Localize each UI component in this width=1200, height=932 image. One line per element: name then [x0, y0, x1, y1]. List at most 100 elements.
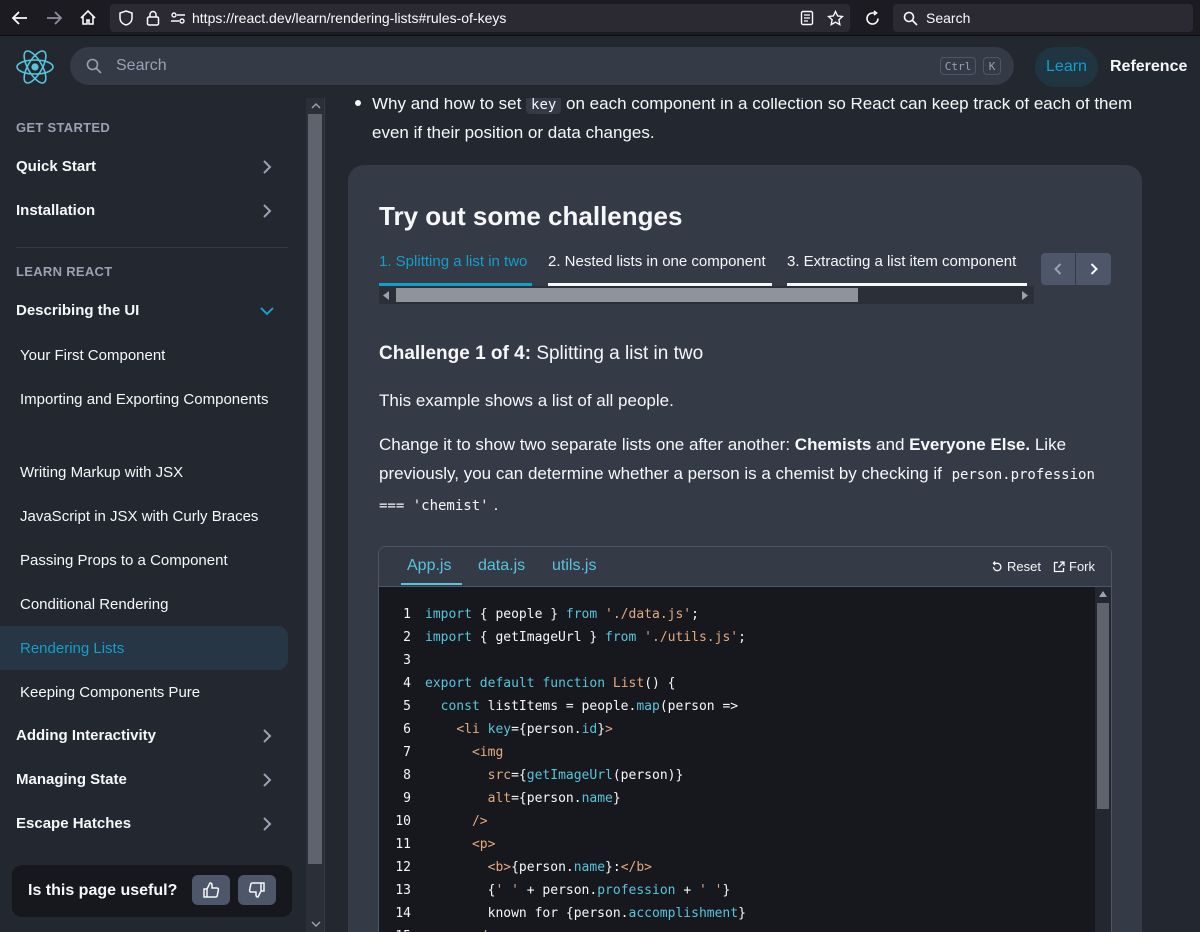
sidebar-item-importing-exporting[interactable]: Importing and Exporting Components	[20, 385, 280, 414]
sidebar-item-adding-interactivity[interactable]: Adding Interactivity	[16, 727, 286, 744]
line-number: 8	[403, 768, 411, 783]
reset-icon	[991, 560, 1003, 573]
scroll-down-icon[interactable]	[311, 920, 321, 928]
chevron-right-icon[interactable]	[262, 817, 272, 831]
file-tab-data-js[interactable]: data.js	[478, 557, 525, 575]
code-scrollbar-thumb[interactable]	[1097, 603, 1109, 809]
instructions-text: and	[871, 435, 910, 454]
sidebar-item-describing-the-ui[interactable]: Describing the UI	[16, 302, 286, 319]
sidebar-item-quick-start[interactable]: Quick Start	[16, 158, 286, 175]
code-line: />	[471, 814, 488, 829]
scroll-up-icon[interactable]	[1099, 591, 1107, 597]
sidebar-item-rendering-lists[interactable]: Rendering Lists	[20, 634, 280, 663]
chevron-left-icon	[1054, 263, 1062, 275]
thumbs-up-button[interactable]	[192, 875, 230, 905]
chevron-down-icon[interactable]	[260, 306, 274, 316]
forward-icon[interactable]	[40, 4, 68, 32]
url-text[interactable]: https://react.dev/learn/rendering-lists#…	[192, 10, 506, 26]
reader-mode-icon[interactable]	[799, 10, 815, 26]
sidebar-item-passing-props[interactable]: Passing Props to a Component	[20, 546, 280, 575]
line-number: 12	[395, 860, 411, 875]
code-line: const listItems = people.map(person =>	[440, 699, 739, 714]
scroll-left-icon[interactable]	[383, 291, 390, 300]
code-line: alt={person.name}	[487, 791, 621, 806]
bullet-dot	[355, 100, 361, 106]
chevron-right-icon[interactable]	[262, 729, 272, 743]
sidebar-item-keeping-components-pure[interactable]: Keeping Components Pure	[20, 678, 280, 707]
browser-search-placeholder: Search	[926, 10, 971, 26]
line-number: 2	[403, 630, 411, 645]
reset-button[interactable]: Reset	[991, 559, 1041, 574]
feedback-widget: Is this page useful?	[12, 865, 292, 917]
site-search-placeholder: Search	[116, 57, 167, 74]
sidebar-item-your-first-component[interactable]: Your First Component	[20, 341, 280, 370]
browser-search-input[interactable]: Search	[893, 4, 1193, 32]
sidebar-item-escape-hatches[interactable]: Escape Hatches	[16, 815, 286, 832]
code-editor[interactable]: 1 2 3 4 5 6 7 8 9 10 11 12 13 14 15 impo…	[379, 587, 1095, 932]
instructions-text: Change it to show two separate lists one…	[379, 435, 795, 454]
code-line: import { people } from './data.js';	[425, 607, 699, 622]
instructions-period: .	[493, 495, 499, 514]
challenges-title: Try out some challenges	[379, 201, 683, 231]
scroll-right-icon[interactable]	[1021, 291, 1028, 300]
file-tab-utils-js[interactable]: utils.js	[552, 557, 596, 575]
sidebar-item-writing-markup[interactable]: Writing Markup with JSX	[20, 458, 280, 487]
thumbs-up-icon	[202, 881, 220, 899]
scroll-up-icon[interactable]	[311, 102, 321, 110]
line-number: 3	[403, 653, 411, 668]
next-challenge-button[interactable]	[1076, 253, 1111, 285]
sidebar-item-javascript-in-jsx[interactable]: JavaScript in JSX with Curly Braces	[20, 502, 280, 531]
line-number: 6	[403, 722, 411, 737]
lock-icon[interactable]	[146, 10, 160, 26]
challenge-tab-2[interactable]: 2. Nested lists in one component	[548, 253, 766, 270]
nav-reference-link[interactable]: Reference	[1110, 47, 1187, 87]
sidebar-scrollbar-thumb[interactable]	[308, 114, 322, 864]
sidebar-divider	[16, 247, 288, 248]
nav-learn-link[interactable]: Learn	[1035, 47, 1098, 87]
sidebar-item-managing-state[interactable]: Managing State	[16, 771, 286, 788]
permissions-icon[interactable]	[170, 10, 186, 26]
sidebar-item-conditional-rendering[interactable]: Conditional Rendering	[20, 590, 280, 619]
code-sandbox: App.js data.js utils.js Reset Fork 1 2 3…	[378, 546, 1112, 932]
bullet-text: Why and how to set key on each component…	[372, 98, 1162, 146]
file-tab-app-js[interactable]: App.js	[407, 557, 451, 575]
line-number: 13	[395, 883, 411, 898]
challenge-counter: Challenge 1 of 4:	[379, 343, 532, 364]
code-line: <b>{person.name}:</b>	[487, 860, 653, 875]
challenge-heading: Challenge 1 of 4: Splitting a list in tw…	[379, 343, 703, 365]
sidebar-section-get-started: GET STARTED	[16, 120, 111, 135]
prev-challenge-button[interactable]	[1041, 253, 1076, 285]
line-number: 1	[403, 607, 411, 622]
main-content: Why and how to set key on each component…	[326, 98, 1200, 932]
line-number: 4	[403, 676, 411, 691]
site-search-input[interactable]: Search Ctrl K	[70, 47, 1014, 85]
fork-button[interactable]: Fork	[1053, 559, 1095, 574]
challenge-nav	[1041, 253, 1111, 285]
sidebar-item-installation[interactable]: Installation	[16, 202, 286, 219]
challenge-tab-1[interactable]: 1. Splitting a list in two	[379, 253, 527, 270]
file-tab-active-underline	[401, 583, 462, 585]
bullet-text-pre: Why and how to set	[372, 98, 527, 113]
shield-icon[interactable]	[118, 10, 134, 26]
challenge-tab-3[interactable]: 3. Extracting a list item component	[787, 253, 1016, 270]
reload-icon[interactable]	[858, 4, 886, 32]
react-logo-icon[interactable]	[14, 48, 56, 86]
site-header: Search Ctrl K Learn Reference	[0, 36, 1200, 98]
chevron-right-icon[interactable]	[262, 160, 272, 174]
address-bar[interactable]: https://react.dev/learn/rendering-lists#…	[110, 4, 850, 32]
tabs-scrollbar-thumb[interactable]	[396, 288, 858, 302]
thumbs-down-button[interactable]	[238, 875, 276, 905]
chevron-right-icon[interactable]	[262, 773, 272, 787]
home-icon[interactable]	[74, 4, 102, 32]
code-line: <p>	[471, 837, 496, 852]
bookmark-star-icon[interactable]	[827, 9, 844, 27]
challenge-name: Splitting a list in two	[536, 343, 704, 364]
back-icon[interactable]	[6, 4, 34, 32]
chevron-right-icon[interactable]	[262, 204, 272, 218]
chevron-right-icon	[1090, 263, 1098, 275]
challenges-card: Try out some challenges 1. Splitting a l…	[348, 165, 1142, 932]
inline-code-key: key	[526, 98, 562, 114]
line-number: 10	[395, 814, 411, 829]
kbd-k: K	[983, 57, 1001, 75]
instructions-everyone-else: Everyone Else.	[909, 435, 1031, 454]
